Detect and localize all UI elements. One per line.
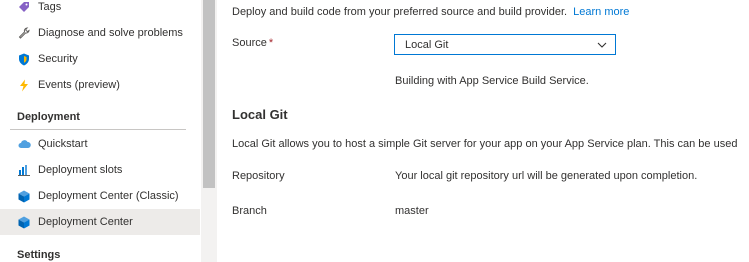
intro-text: Deploy and build code from your preferre… bbox=[232, 6, 629, 18]
sidebar-item-label: Tags bbox=[38, 1, 62, 13]
tag-icon bbox=[17, 0, 31, 14]
cube-icon bbox=[17, 215, 31, 229]
section-title: Local Git bbox=[232, 107, 288, 122]
main-content: Deploy and build code from your preferre… bbox=[217, 0, 749, 262]
sidebar-item-deployment-center-classic[interactable]: Deployment Center (Classic) bbox=[0, 183, 200, 209]
learn-more-link[interactable]: Learn more bbox=[573, 6, 629, 18]
source-label-text: Source bbox=[232, 37, 267, 49]
source-dropdown[interactable]: Local Git bbox=[394, 34, 616, 55]
section-description: Local Git allows you to host a simple Gi… bbox=[232, 138, 738, 150]
repository-label: Repository bbox=[232, 170, 285, 182]
sidebar-item-label: Diagnose and solve problems bbox=[38, 27, 183, 39]
section-header-deployment: Deployment bbox=[17, 111, 80, 123]
sidebar-item-events[interactable]: Events (preview) bbox=[0, 72, 200, 98]
branch-label: Branch bbox=[232, 205, 267, 217]
sidebar-scrollbar-thumb[interactable] bbox=[203, 0, 215, 188]
cloud-icon bbox=[17, 137, 31, 151]
slots-chart-icon bbox=[17, 163, 31, 177]
sidebar-item-diagnose[interactable]: Diagnose and solve problems bbox=[0, 20, 200, 46]
chevron-down-icon bbox=[597, 40, 607, 48]
repository-value: Your local git repository url will be ge… bbox=[395, 170, 698, 182]
build-service-text: Building with App Service Build Service. bbox=[395, 75, 589, 87]
sidebar-item-label: Events (preview) bbox=[38, 79, 120, 91]
sidebar-item-deployment-center[interactable]: Deployment Center bbox=[0, 209, 200, 235]
sidebar-item-label: Quickstart bbox=[38, 138, 88, 150]
sidebar-item-label: Deployment Center (Classic) bbox=[38, 190, 179, 202]
source-label: Source * bbox=[232, 37, 273, 49]
sidebar-item-deployment-slots[interactable]: Deployment slots bbox=[0, 157, 200, 183]
sidebar-item-security[interactable]: Security bbox=[0, 46, 200, 72]
branch-value: master bbox=[395, 205, 429, 217]
shield-icon bbox=[17, 52, 31, 66]
sidebar-item-label: Deployment slots bbox=[38, 164, 123, 176]
section-header-settings: Settings bbox=[17, 249, 61, 261]
sidebar-item-tags[interactable]: Tags bbox=[0, 0, 200, 20]
sidebar: Tags Diagnose and solve problems Securit… bbox=[0, 0, 200, 262]
section-divider bbox=[10, 129, 186, 130]
sidebar-item-label: Deployment Center bbox=[38, 216, 133, 228]
lightning-icon bbox=[17, 78, 31, 92]
intro-description: Deploy and build code from your preferre… bbox=[232, 6, 568, 18]
wrench-icon bbox=[17, 26, 31, 40]
sidebar-item-label: Security bbox=[38, 53, 78, 65]
sidebar-item-quickstart[interactable]: Quickstart bbox=[0, 131, 200, 157]
cube-icon bbox=[17, 189, 31, 203]
source-dropdown-value: Local Git bbox=[405, 38, 449, 51]
required-marker: * bbox=[268, 37, 274, 49]
